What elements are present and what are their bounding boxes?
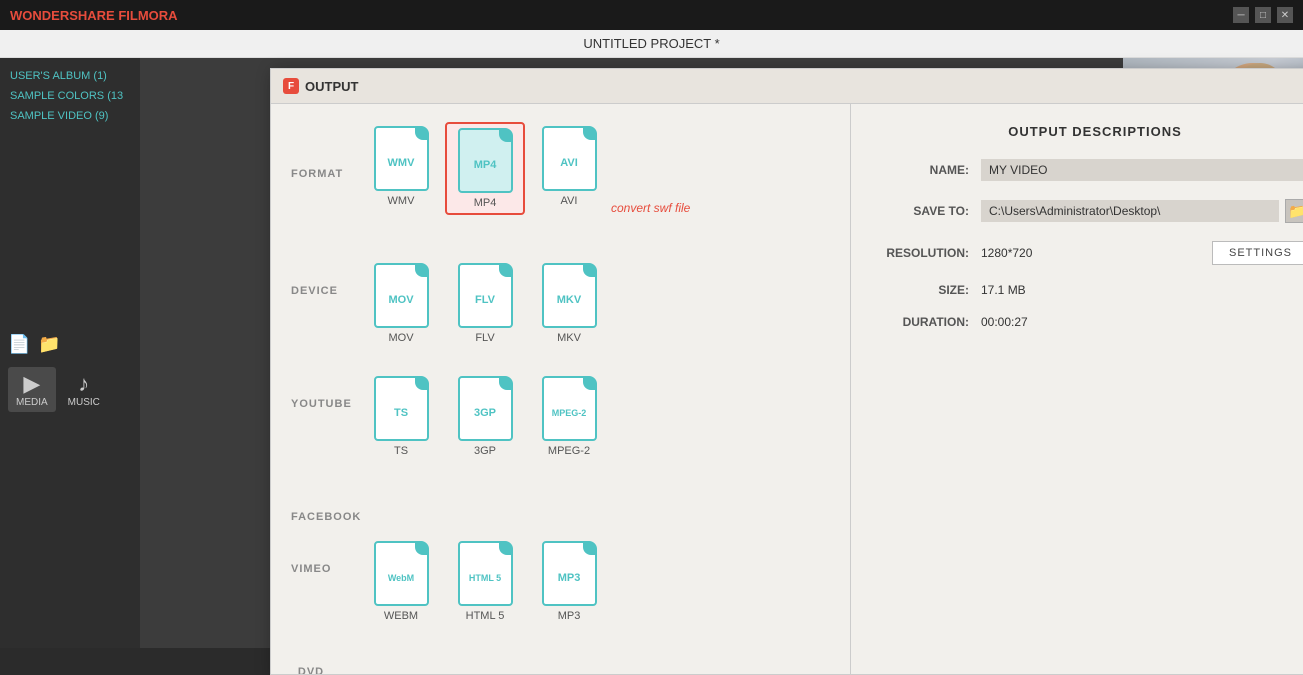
- resolution-value: 1280*720: [981, 246, 1212, 260]
- project-title: UNTITLED PROJECT *: [583, 36, 719, 51]
- format-item-mpeg2[interactable]: MPEG-2 MPEG-2: [529, 372, 609, 461]
- facebook-section-label: FACEBOOK: [271, 505, 381, 527]
- title-bar: WONDERSHARE FILMORA ─ □ ✕: [0, 0, 1303, 30]
- name-label: NAME:: [881, 163, 981, 177]
- mp4-icon: MP4: [458, 128, 513, 193]
- media-tabs: ▶ MEDIA ♪ MUSIC: [8, 367, 132, 412]
- 3gp-icon: 3GP: [458, 376, 513, 441]
- size-label: SIZE:: [881, 283, 981, 297]
- mov-label: MOV: [388, 332, 413, 344]
- ts-icon: TS: [374, 376, 429, 441]
- format-item-html5[interactable]: HTML 5 HTML 5: [445, 537, 525, 626]
- format-item-wmv[interactable]: WMV WMV: [361, 122, 441, 215]
- format-item-mp3[interactable]: MP3 MP3: [529, 537, 609, 626]
- duration-value: 00:00:27: [981, 315, 1303, 329]
- duration-row: DURATION: 00:00:27: [881, 315, 1303, 329]
- avi-icon: AVI: [542, 126, 597, 191]
- title-bar-left: WONDERSHARE FILMORA: [10, 8, 178, 23]
- output-dialog: F OUTPUT ✕ FORMAT: [270, 68, 1303, 675]
- mkv-label: MKV: [557, 332, 581, 344]
- avi-icon-label: AVI: [560, 157, 578, 169]
- dialog-header: F OUTPUT ✕: [271, 69, 1303, 104]
- tab-music[interactable]: ♪ MUSIC: [60, 367, 108, 412]
- sidebar-item-sample-video[interactable]: SAMPLE VIDEO (9): [0, 106, 140, 126]
- flv-icon: FLV: [458, 263, 513, 328]
- format-item-webm[interactable]: WebM WEBM: [361, 537, 441, 626]
- new-file-icon[interactable]: 📄: [8, 334, 30, 355]
- resolution-row: RESOLUTION: 1280*720 SETTINGS: [881, 241, 1303, 265]
- html5-label: HTML 5: [466, 610, 505, 622]
- dialog-body: FORMAT WMV WMV: [271, 104, 1303, 674]
- app-logo: WONDERSHARE FILMORA: [10, 8, 178, 23]
- format-item-mov[interactable]: MOV MOV: [361, 259, 441, 348]
- desc-section-title: OUTPUT DESCRIPTIONS: [881, 124, 1303, 139]
- main-content: F OUTPUT ✕ FORMAT: [140, 58, 1123, 648]
- mp3-label: MP3: [558, 610, 581, 622]
- open-file-icon[interactable]: 📁: [38, 334, 60, 355]
- format-panel: FORMAT WMV WMV: [271, 104, 851, 674]
- mov-icon: MOV: [374, 263, 429, 328]
- webm-icon: WebM: [374, 541, 429, 606]
- tab-media-label: MEDIA: [16, 397, 48, 408]
- app-area: USER'S ALBUM (1) SAMPLE COLORS (13 SAMPL…: [0, 58, 1303, 648]
- close-button[interactable]: ✕: [1277, 7, 1293, 23]
- format-item-avi[interactable]: AVI AVI: [529, 122, 609, 215]
- tab-media[interactable]: ▶ MEDIA: [8, 367, 56, 412]
- format-item-flv[interactable]: FLV FLV: [445, 259, 525, 348]
- format-item-mp4[interactable]: MP4 MP4: [445, 122, 525, 215]
- html5-icon: HTML 5: [458, 541, 513, 606]
- wmv-label: WMV: [388, 195, 415, 207]
- settings-button[interactable]: SETTINGS: [1212, 241, 1303, 265]
- avi-label: AVI: [561, 195, 578, 207]
- webm-label: WEBM: [384, 610, 418, 622]
- filmora-icon: F: [283, 78, 299, 94]
- format-item-ts[interactable]: TS TS: [361, 372, 441, 461]
- flv-label: FLV: [475, 332, 494, 344]
- sidebar-item-users-album[interactable]: USER'S ALBUM (1): [0, 66, 140, 86]
- media-icon: ▶: [23, 371, 40, 397]
- vimeo-section-label: VIMEO: [271, 557, 351, 579]
- mkv-icon: MKV: [542, 263, 597, 328]
- title-bar-controls: ─ □ ✕: [1233, 7, 1293, 23]
- dialog-overlay: F OUTPUT ✕ FORMAT: [140, 58, 1123, 648]
- dvd-section-label: DVD: [278, 660, 344, 674]
- resolution-label: RESOLUTION:: [881, 246, 981, 260]
- mpeg2-icon: MPEG-2: [542, 376, 597, 441]
- format-item-3gp[interactable]: 3GP 3GP: [445, 372, 525, 461]
- music-icon: ♪: [78, 371, 89, 397]
- format-section-label: FORMAT: [271, 162, 363, 184]
- size-row: SIZE: 17.1 MB: [881, 283, 1303, 297]
- sidebar: USER'S ALBUM (1) SAMPLE COLORS (13 SAMPL…: [0, 58, 140, 648]
- dialog-title: F OUTPUT: [283, 78, 358, 94]
- save-to-row: SAVE TO: 📁: [881, 199, 1303, 223]
- save-to-input[interactable]: [981, 200, 1279, 222]
- descriptions-panel: OUTPUT DESCRIPTIONS NAME: SAVE TO:: [851, 104, 1303, 674]
- 3gp-label: 3GP: [474, 445, 496, 457]
- convert-swf-label: convert swf file: [611, 201, 690, 215]
- ts-label: TS: [394, 445, 408, 457]
- mpeg2-label: MPEG-2: [548, 445, 590, 457]
- device-section-label: DEVICE: [271, 279, 358, 301]
- duration-label: DURATION:: [881, 315, 981, 329]
- save-to-label: SAVE TO:: [881, 204, 981, 218]
- mp3-icon: MP3: [542, 541, 597, 606]
- mp4-label: MP4: [474, 197, 497, 209]
- size-value: 17.1 MB: [981, 283, 1303, 297]
- mp4-icon-label: MP4: [474, 159, 497, 171]
- sidebar-item-sample-colors[interactable]: SAMPLE COLORS (13: [0, 86, 140, 106]
- minimize-button[interactable]: ─: [1233, 7, 1249, 23]
- format-item-mkv[interactable]: MKV MKV: [529, 259, 609, 348]
- name-row: NAME:: [881, 159, 1303, 181]
- maximize-button[interactable]: □: [1255, 7, 1271, 23]
- folder-icon: 📁: [1288, 203, 1303, 220]
- wmv-icon: WMV: [374, 126, 429, 191]
- save-to-path-row: 📁: [981, 199, 1303, 223]
- wmv-icon-label: WMV: [388, 157, 415, 169]
- project-title-bar: UNTITLED PROJECT *: [0, 30, 1303, 58]
- name-input[interactable]: [981, 159, 1303, 181]
- browse-folder-button[interactable]: 📁: [1285, 199, 1303, 223]
- tab-music-label: MUSIC: [68, 397, 100, 408]
